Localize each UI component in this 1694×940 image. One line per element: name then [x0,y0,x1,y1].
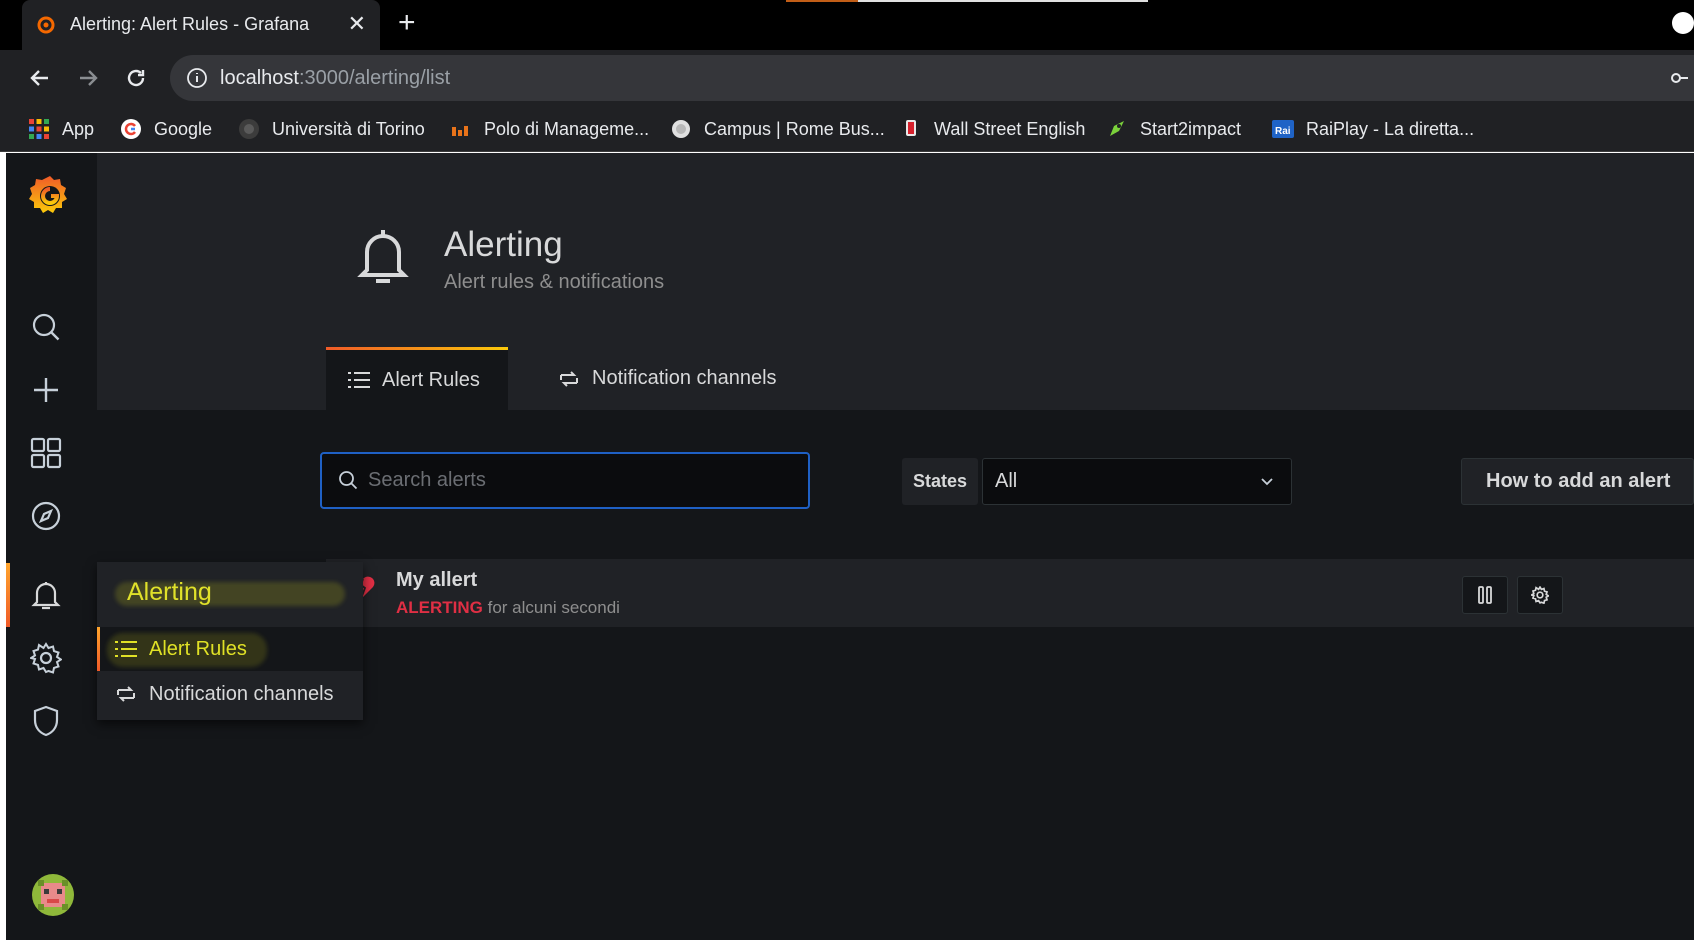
bookmark-label: RaiPlay - La diretta... [1306,118,1475,139]
bookmark-wse[interactable]: Wall Street English [900,116,1085,142]
search-alerts-input[interactable] [368,462,788,498]
edit-alert-button[interactable] [1517,576,1563,614]
new-tab-icon[interactable]: + [398,6,416,40]
loading-indicator [786,0,858,2]
user-avatar[interactable] [32,874,74,916]
search-icon[interactable] [29,310,63,344]
plus-icon[interactable] [29,373,63,407]
rocket-icon [1110,121,1124,136]
tab-search-icon[interactable] [1672,12,1694,34]
tab-alert-rules[interactable]: Alert Rules [326,347,508,410]
highlighter-mark [107,633,267,667]
alert-rule-row[interactable]: My allert ALERTING for alcuni secondi [326,559,1694,627]
how-to-add-alert-button[interactable]: How to add an alert [1461,458,1694,505]
google-icon [121,119,141,139]
tab-notification-channels[interactable]: Notification channels [536,347,799,410]
bookmark-unito[interactable]: Università di Torino [238,116,425,142]
bookmark-label: Wall Street English [934,118,1086,139]
apps-grid-icon [29,119,49,139]
bookmark-start2impact[interactable]: Start2impact [1106,116,1241,142]
search-alerts-field[interactable] [320,452,810,509]
configuration-gear-icon[interactable] [29,641,63,675]
states-select-value: All [995,470,1018,492]
alert-rule-state: ALERTING for alcuni secondi [396,598,620,618]
rai-icon: Rai [1272,120,1294,138]
side-menu-active-indicator [6,563,10,627]
explore-icon[interactable] [29,499,63,533]
bookmark-label: Polo di Manageme... [484,118,650,139]
submenu-item-notification-channels[interactable]: Notification channels [97,672,363,716]
bookmark-raiplay[interactable]: Rai RaiPlay - La diretta... [1272,116,1474,142]
bookmark-label: Università di Torino [272,118,425,139]
bookmark-label: Google [154,118,213,139]
side-menu [6,153,97,940]
bookmark-app[interactable]: App [28,116,94,142]
gear-icon [1531,586,1549,604]
states-select[interactable]: All [982,458,1292,505]
alert-state-badge: ALERTING [396,598,483,617]
bookmarks-bar: App Google Università di Torino Polo di … [0,106,1694,152]
address-bar[interactable]: localhost:3000/alerting/list [170,55,1694,101]
bookmark-polo[interactable]: Polo di Manageme... [450,116,649,142]
page-title: Alerting [444,225,563,264]
bookmark-google[interactable]: Google [120,116,212,142]
wse-icon [906,120,916,136]
tab-label: Notification channels [592,367,777,389]
alert-state-time: for alcuni secondi [487,598,620,617]
forward-arrow-icon[interactable] [72,62,104,94]
alerting-bell-icon[interactable] [29,578,63,612]
search-icon [339,471,358,490]
submenu-title: Alerting [127,578,212,606]
browser-navbar: localhost:3000/alerting/list [0,50,1694,106]
dashboards-icon[interactable] [29,436,63,470]
grafana-logo-icon[interactable] [27,172,73,218]
pause-icon [1478,586,1492,604]
tab-close-icon[interactable]: ✕ [348,11,366,37]
list-icon [348,372,370,388]
back-arrow-icon[interactable] [24,62,56,94]
bookmark-campus[interactable]: Campus | Rome Bus... [670,116,885,142]
reload-icon[interactable] [120,62,152,94]
unito-icon [239,119,259,139]
campus-icon [672,120,690,138]
pause-button[interactable] [1462,576,1508,614]
page-subtitle: Alert rules & notifications [444,271,665,293]
server-admin-shield-icon[interactable] [29,704,63,738]
notification-channels-icon [560,370,578,387]
browser-tab[interactable]: Alerting: Alert Rules - Grafana ✕ [22,0,380,50]
tab-title: Alerting: Alert Rules - Grafana [70,14,310,34]
tab-label: Alert Rules [382,368,480,391]
key-icon[interactable] [1670,69,1688,87]
grafana-favicon-icon [37,16,55,34]
polo-icon [452,126,468,136]
bookmark-label: App [62,118,95,139]
submenu-item-alert-rules[interactable]: Alert Rules [97,627,363,671]
chevron-down-icon [1261,478,1273,486]
submenu-header[interactable]: Alerting [97,562,363,624]
svg-text:Rai: Rai [1275,126,1291,137]
submenu-item-label: Notification channels [149,682,334,705]
loading-indicator-track [858,0,1148,2]
bookmark-label: Campus | Rome Bus... [704,118,885,139]
bookmark-label: Start2impact [1140,118,1242,139]
states-label: States [902,458,978,505]
notification-channels-icon [117,686,135,702]
alert-rule-name[interactable]: My allert [396,569,477,592]
url-text: localhost:3000/alerting/list [220,67,451,89]
browser-titlebar: Alerting: Alert Rules - Grafana ✕ + [0,0,1694,50]
site-info-icon[interactable] [186,67,208,89]
page-bell-icon [357,226,409,293]
